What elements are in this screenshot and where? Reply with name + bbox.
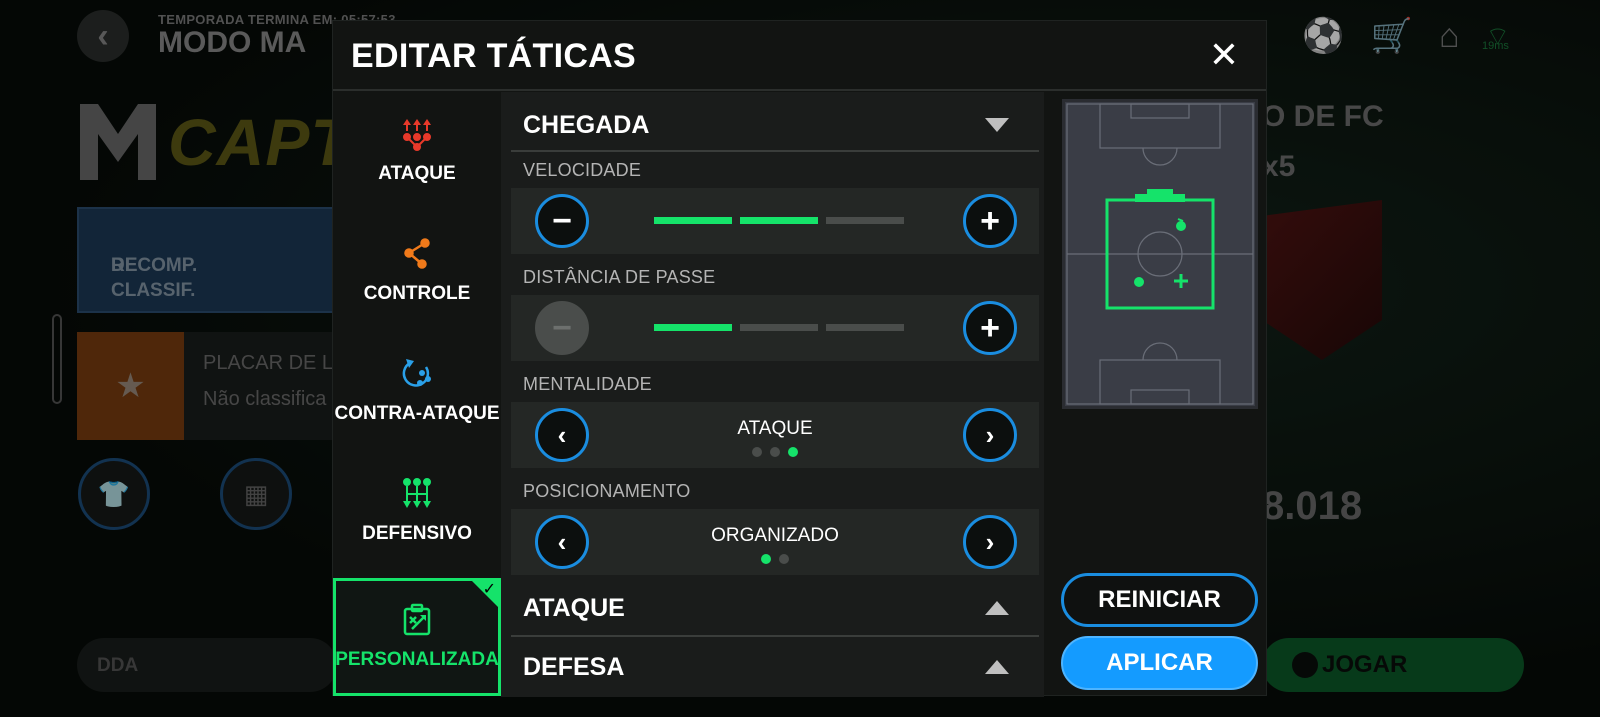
level-segment xyxy=(740,324,818,331)
mentalidade-value: ATAQUE xyxy=(737,418,813,439)
mentalidade-control: ATAQUE ‹ › xyxy=(511,402,1039,468)
tactics-settings-panel: CHEGADA VELOCIDADE − + DISTÂNCIA DE PASS… xyxy=(501,92,1044,697)
option-dot xyxy=(788,447,798,457)
sidebar-item-label: CONTRA-ATAQUE xyxy=(334,403,500,424)
level-segment xyxy=(654,217,732,224)
sidebar-item-label: ATAQUE xyxy=(378,163,456,184)
reset-button[interactable]: REINICIAR xyxy=(1061,573,1258,627)
modal-title: EDITAR TÁTICAS xyxy=(351,37,636,75)
distancia-decrease-button[interactable]: − xyxy=(535,301,589,355)
chevron-right-icon: › xyxy=(985,420,995,450)
counter-attack-icon xyxy=(402,359,431,387)
distancia-level-bars xyxy=(654,324,904,331)
defensive-icon xyxy=(403,478,431,508)
sidebar-item-ataque[interactable]: ATAQUE xyxy=(333,92,501,210)
sidebar-item-defensivo[interactable]: DEFENSIVO xyxy=(333,452,501,570)
chevron-right-icon: › xyxy=(985,527,995,557)
velocidade-control: − + xyxy=(511,188,1039,254)
chevron-left-icon: ‹ xyxy=(557,420,567,450)
sidebar-item-contra-ataque[interactable]: CONTRA-ATAQUE xyxy=(333,332,501,450)
option-dot xyxy=(779,554,789,564)
tactics-sidebar: ATAQUE CONTROLE CONTRA-ATAQUE DEFENSIVO … xyxy=(333,92,501,697)
plus-icon: + xyxy=(980,309,1000,347)
collapse-arrow-icon xyxy=(985,118,1009,132)
tactics-pitch-preview xyxy=(1062,99,1258,409)
option-dot xyxy=(770,447,780,457)
sidebar-item-label: PERSONALIZADA xyxy=(335,649,499,670)
param-label-mentalidade: MENTALIDADE xyxy=(523,374,652,394)
sidebar-item-label: CONTROLE xyxy=(363,283,471,304)
posicionamento-value: ORGANIZADO xyxy=(711,525,839,546)
chevron-left-icon: ‹ xyxy=(557,527,567,557)
expand-arrow-icon xyxy=(985,601,1009,615)
minus-icon: − xyxy=(552,202,572,240)
level-segment xyxy=(740,217,818,224)
divider xyxy=(511,635,1039,637)
param-label-distancia: DISTÂNCIA DE PASSE xyxy=(523,267,716,287)
plus-icon: + xyxy=(980,202,1000,240)
posicionamento-prev-button[interactable]: ‹ xyxy=(535,515,589,569)
level-segment xyxy=(654,324,732,331)
option-dot xyxy=(752,447,762,457)
option-dot xyxy=(761,554,771,564)
control-icon xyxy=(404,238,430,269)
sidebar-item-controle[interactable]: CONTROLE xyxy=(333,212,501,330)
close-icon: ✕ xyxy=(1208,34,1240,75)
velocidade-increase-button[interactable]: + xyxy=(963,194,1017,248)
sidebar-item-personalizada[interactable]: ✓ PERSONALIZADA xyxy=(333,578,501,696)
posicionamento-dots xyxy=(511,554,1039,564)
minus-icon: − xyxy=(552,309,572,347)
check-icon: ✓ xyxy=(482,581,496,598)
distancia-control: − + xyxy=(511,295,1039,361)
level-segment xyxy=(826,217,904,224)
velocidade-level-bars xyxy=(654,217,904,224)
mentalidade-prev-button[interactable]: ‹ xyxy=(535,408,589,462)
edit-tactics-modal: EDITAR TÁTICAS ✕ ATAQUE CONTROLE CONTRA-… xyxy=(332,20,1267,697)
attack-icon xyxy=(403,119,431,151)
section-header-defesa[interactable]: DEFESA xyxy=(511,640,1039,694)
close-button[interactable]: ✕ xyxy=(1204,34,1244,75)
section-header-ataque[interactable]: ATAQUE xyxy=(511,581,1039,635)
apply-button[interactable]: APLICAR xyxy=(1061,636,1258,690)
sidebar-item-label: DEFENSIVO xyxy=(362,523,472,544)
distancia-increase-button[interactable]: + xyxy=(963,301,1017,355)
divider xyxy=(511,150,1039,152)
section-title: CHEGADA xyxy=(523,110,650,139)
param-label-velocidade: VELOCIDADE xyxy=(523,160,642,180)
section-title: DEFESA xyxy=(523,652,625,681)
modal-header: EDITAR TÁTICAS ✕ xyxy=(333,21,1266,91)
custom-tactic-icon xyxy=(403,603,431,636)
velocidade-decrease-button[interactable]: − xyxy=(535,194,589,248)
param-label-posicionamento: POSICIONAMENTO xyxy=(523,481,691,501)
section-title: ATAQUE xyxy=(523,593,625,622)
posicionamento-control: ORGANIZADO ‹ › xyxy=(511,509,1039,575)
posicionamento-next-button[interactable]: › xyxy=(963,515,1017,569)
mentalidade-dots xyxy=(511,447,1039,457)
expand-arrow-icon xyxy=(985,660,1009,674)
level-segment xyxy=(826,324,904,331)
pitch-diagram xyxy=(1066,103,1254,405)
mentalidade-next-button[interactable]: › xyxy=(963,408,1017,462)
section-header-chegada[interactable]: CHEGADA xyxy=(511,98,1039,152)
